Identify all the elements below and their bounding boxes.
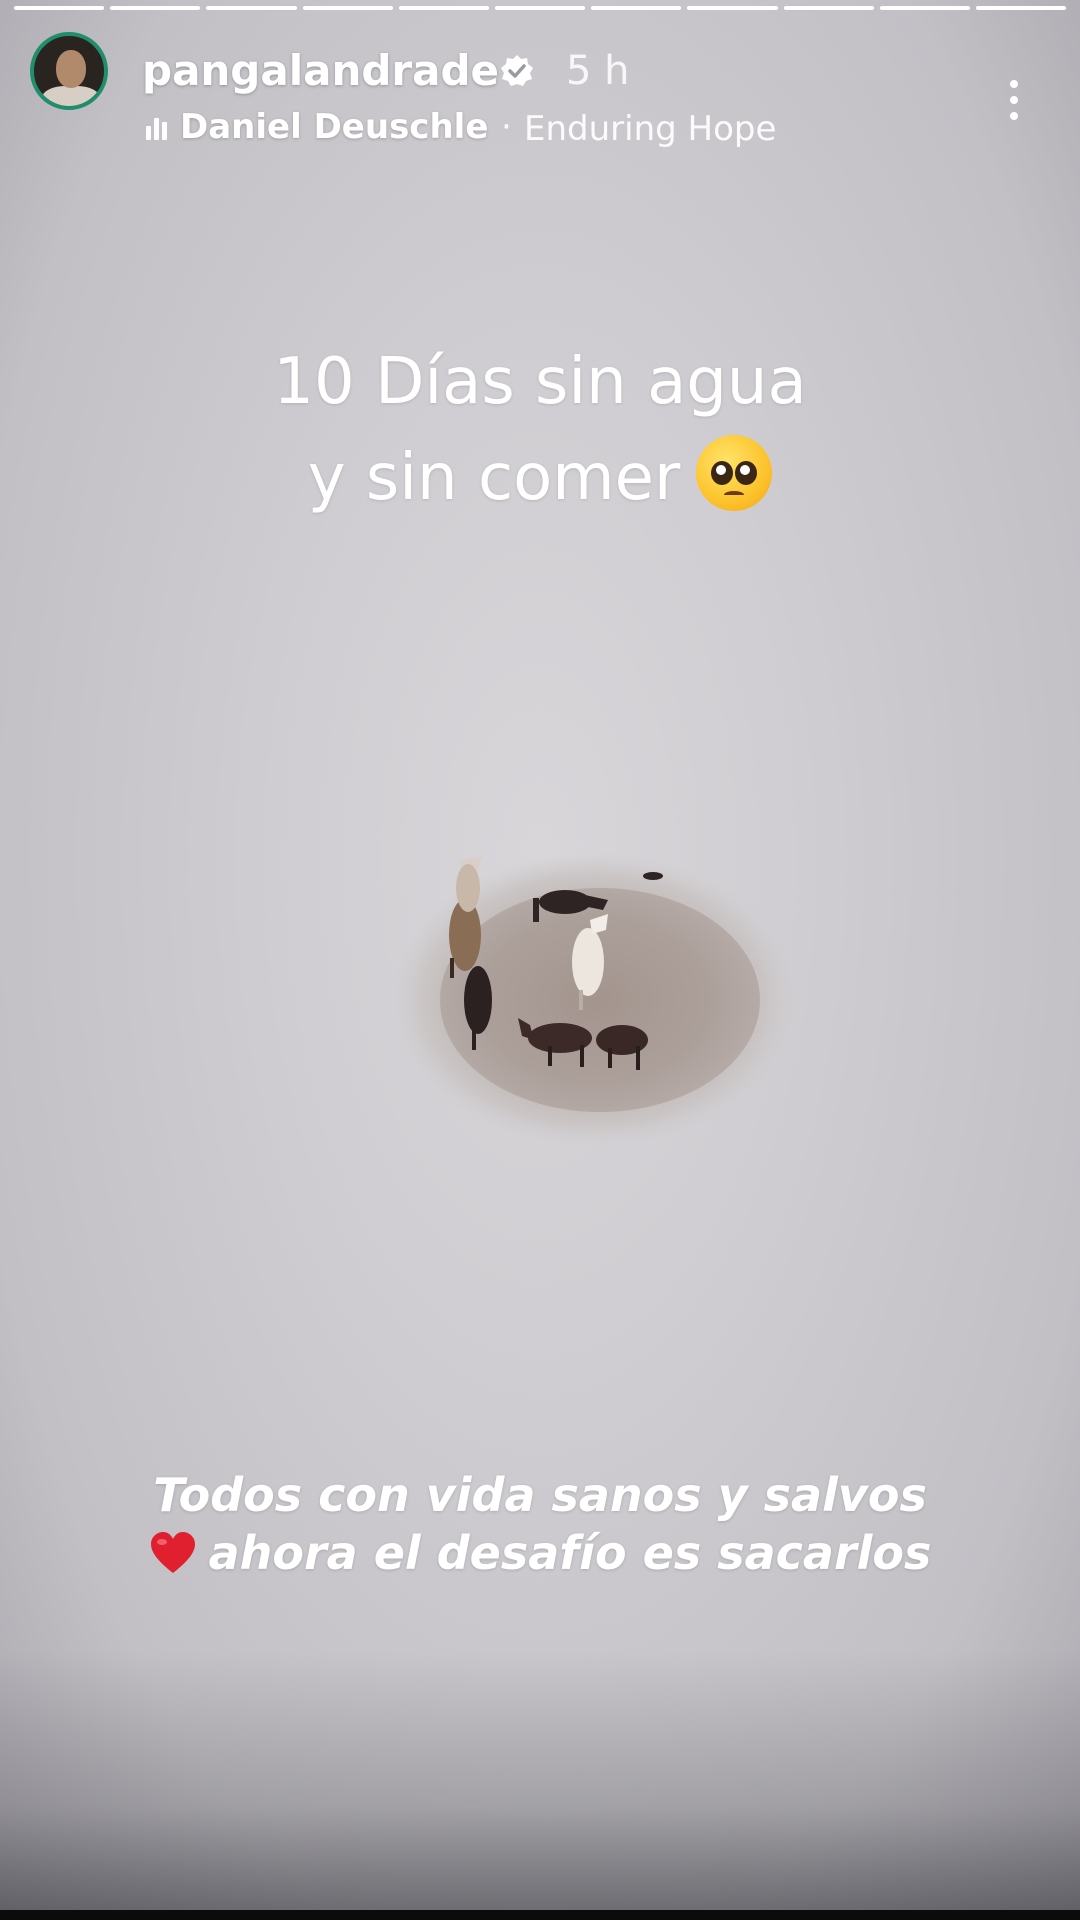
verified-badge-icon [501,55,533,86]
progress-segment [879,6,970,10]
headline-line-2-wrap: y sin comer [0,430,1080,526]
music-artist[interactable]: Daniel Deuschle [180,107,488,147]
story-headline-text: 10 Días sin agua y sin comer [0,334,1080,526]
story-progress-bar [14,6,1067,10]
progress-segment [14,6,105,10]
music-bars-icon [146,116,168,140]
music-separator: · [501,107,512,147]
story-caption-text: Todos con vida sanos y salvos ahora el d… [0,1466,1080,1582]
snow-horses-photo [390,852,800,1148]
progress-segment [975,6,1067,10]
story-header: pangalandrade 5 h Daniel Deuschle · Endu… [30,30,1060,149]
username[interactable]: pangalandrade [142,46,499,95]
progress-segment [398,6,489,10]
story-viewer[interactable]: pangalandrade 5 h Daniel Deuschle · Endu… [0,0,1080,1910]
caption-line-2: ahora el desafío es sacarlos [208,1526,932,1580]
progress-segment [110,6,201,10]
bottom-gradient [0,1650,1080,1910]
avatar[interactable] [30,32,108,110]
red-heart-emoji-icon [150,1532,195,1573]
progress-segment [302,6,393,10]
story-timestamp: 5 h [566,48,630,94]
progress-segment [783,6,874,10]
progress-segment [591,6,682,10]
caption-line-1: Todos con vida sanos y salvos [153,1468,927,1522]
music-title[interactable]: Enduring Hope [524,109,776,149]
progress-segment [494,6,586,10]
headline-line-1: 10 Días sin agua [273,345,807,419]
more-options-icon[interactable] [1008,78,1020,122]
headline-line-2: y sin comer [307,441,681,515]
progress-segment [206,6,297,10]
progress-segment [687,6,778,10]
pleading-face-emoji-icon [696,435,773,511]
caption-line-2-wrap: ahora el desafío es sacarlos [0,1524,1080,1582]
